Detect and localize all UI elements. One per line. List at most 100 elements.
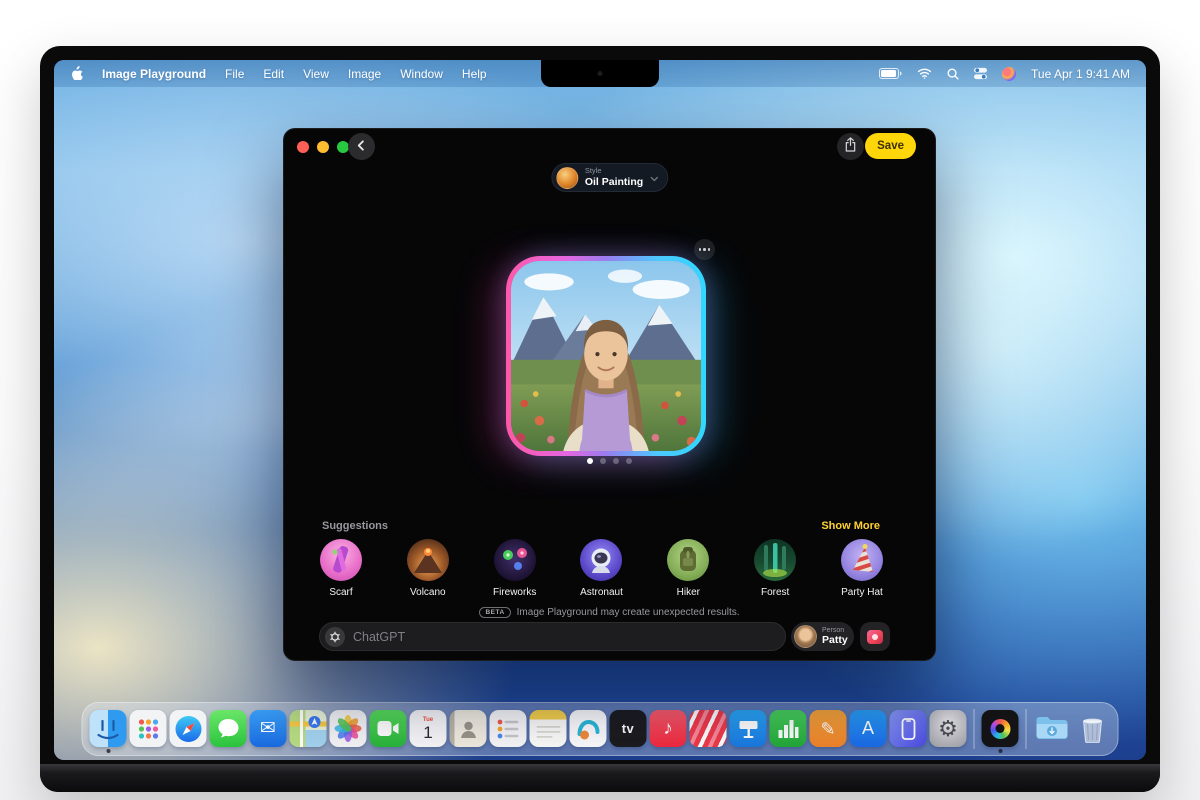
camera-icon: [598, 71, 603, 76]
suggestion-astronaut[interactable]: Astronaut: [570, 539, 632, 598]
suggestion-label: Forest: [761, 587, 789, 598]
minimize-button[interactable]: [317, 141, 329, 153]
chevron-left-icon: [356, 138, 367, 156]
dock-safari[interactable]: [170, 704, 207, 754]
dock-pages[interactable]: ✎: [810, 704, 847, 754]
menu-help[interactable]: Help: [462, 67, 487, 81]
page-dot[interactable]: [600, 458, 606, 464]
page-dot-active[interactable]: [587, 458, 593, 464]
more-options-button[interactable]: [694, 239, 715, 260]
suggestion-scarf[interactable]: Scarf: [310, 539, 372, 598]
dock-calendar[interactable]: Tue 1: [410, 704, 447, 754]
macbook: Image Playground File Edit View Image Wi…: [40, 46, 1160, 792]
style-picker-value: Oil Painting: [585, 176, 643, 188]
close-button[interactable]: [297, 141, 309, 153]
dock-messages[interactable]: [210, 704, 247, 754]
window-traffic-lights: [297, 141, 349, 153]
suggestion-label: Volcano: [410, 587, 446, 598]
dock-news[interactable]: [690, 704, 727, 754]
running-indicator: [106, 749, 110, 753]
dock-facetime[interactable]: [370, 704, 407, 754]
dock-iphone-mirroring[interactable]: [890, 704, 927, 754]
astronaut-icon: [580, 539, 622, 581]
generated-image: [511, 261, 701, 451]
page-dot[interactable]: [626, 458, 632, 464]
gear-icon: ⚙: [938, 718, 958, 740]
volcano-icon: [407, 539, 449, 581]
generated-image-frame: [506, 256, 706, 456]
dock-photos[interactable]: [330, 704, 367, 754]
pagination-dots[interactable]: [284, 458, 935, 464]
dock-system-settings[interactable]: ⚙: [930, 704, 967, 754]
menu-view[interactable]: View: [303, 67, 329, 81]
screen: Image Playground File Edit View Image Wi…: [54, 60, 1146, 760]
pen-icon: ✎: [820, 720, 835, 738]
fireworks-icon: [494, 539, 536, 581]
dock-reminders[interactable]: [490, 704, 527, 754]
save-button[interactable]: Save: [865, 133, 916, 159]
menu-edit[interactable]: Edit: [263, 67, 284, 81]
dock-music[interactable]: ♪: [650, 704, 687, 754]
apple-tv-label: tv: [622, 721, 635, 736]
siri-icon[interactable]: [1002, 67, 1016, 81]
menu-file[interactable]: File: [225, 67, 244, 81]
suggestion-fireworks[interactable]: Fireworks: [484, 539, 546, 598]
disclaimer-text: Image Playground may create unexpected r…: [517, 607, 740, 618]
dock-contacts[interactable]: [450, 704, 487, 754]
person-chip-value: Patty: [822, 635, 848, 647]
dock-tv[interactable]: tv: [610, 704, 647, 754]
show-more-link[interactable]: Show More: [821, 520, 880, 532]
dock-finder[interactable]: [90, 704, 127, 754]
style-thumbnail-icon: [556, 167, 578, 189]
forest-icon: [754, 539, 796, 581]
suggestion-label: Scarf: [329, 587, 352, 598]
running-indicator: [998, 749, 1002, 753]
style-picker[interactable]: Style Oil Painting: [551, 163, 668, 192]
dock-mail[interactable]: ✉: [250, 704, 287, 754]
suggestion-party-hat[interactable]: Party Hat: [831, 539, 893, 598]
dock-notes[interactable]: [530, 704, 567, 754]
share-button[interactable]: [837, 133, 864, 160]
chatgpt-icon: [325, 627, 345, 647]
menubar-app-name[interactable]: Image Playground: [102, 67, 206, 81]
prompt-input[interactable]: ChatGPT: [319, 622, 786, 651]
dock-downloads[interactable]: [1034, 704, 1071, 754]
menubar-clock[interactable]: Tue Apr 1 9:41 AM: [1031, 67, 1130, 81]
dock-maps[interactable]: [290, 704, 327, 754]
macbook-base: [40, 764, 1160, 792]
control-center-icon[interactable]: [974, 67, 987, 80]
dock-app-store[interactable]: A: [850, 704, 887, 754]
dock-launchpad[interactable]: [130, 704, 167, 754]
dock-freeform[interactable]: [570, 704, 607, 754]
app-store-glyph: A: [862, 718, 874, 739]
suggestion-volcano[interactable]: Volcano: [397, 539, 459, 598]
display-notch: [541, 60, 659, 87]
person-chip[interactable]: Person Patty: [791, 622, 854, 651]
suggestion-label: Party Hat: [841, 587, 883, 598]
dock-keynote[interactable]: [730, 704, 767, 754]
calendar-day: 1: [423, 724, 432, 741]
envelope-icon: ✉: [260, 719, 276, 738]
dock-image-playground[interactable]: [982, 704, 1019, 754]
dock-numbers[interactable]: [770, 704, 807, 754]
page-dot[interactable]: [613, 458, 619, 464]
suggestion-forest[interactable]: Forest: [744, 539, 806, 598]
suggestion-label: Fireworks: [493, 587, 536, 598]
suggestion-label: Astronaut: [580, 587, 623, 598]
suggestions-title: Suggestions: [322, 520, 388, 532]
style-picker-label: Style: [585, 167, 643, 176]
search-icon[interactable]: [947, 68, 959, 80]
menu-image[interactable]: Image: [348, 67, 381, 81]
photo-picker-button[interactable]: [860, 622, 890, 651]
suggestion-hiker[interactable]: Hiker: [657, 539, 719, 598]
dock-trash[interactable]: [1074, 704, 1111, 754]
battery-icon[interactable]: [879, 68, 902, 79]
apple-menu-icon[interactable]: [70, 65, 83, 83]
back-button[interactable]: [348, 133, 375, 160]
party-hat-icon: [841, 539, 883, 581]
image-playground-window: Style Oil Painting Save: [283, 128, 936, 661]
wifi-icon[interactable]: [917, 68, 932, 79]
menu-window[interactable]: Window: [400, 67, 443, 81]
scarf-icon: [320, 539, 362, 581]
photos-icon: [867, 630, 883, 644]
